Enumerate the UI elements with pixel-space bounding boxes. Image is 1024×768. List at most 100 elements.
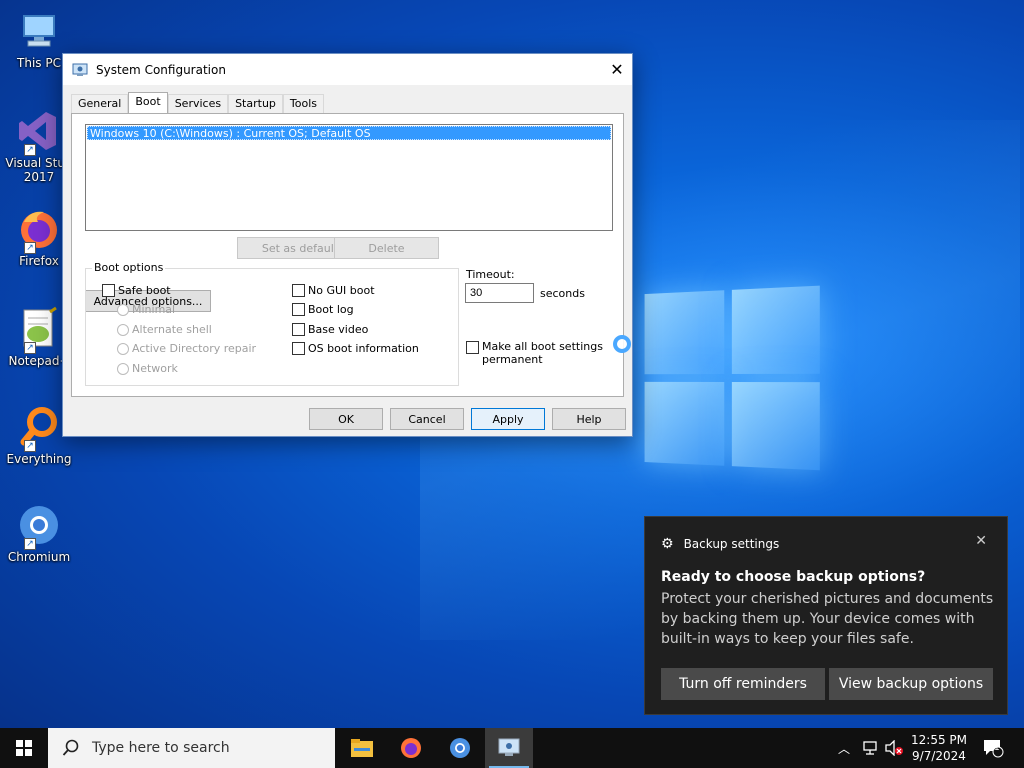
tab-tools[interactable]: Tools bbox=[282, 94, 325, 114]
computer-icon bbox=[16, 8, 62, 54]
file-explorer-icon bbox=[351, 739, 373, 757]
shortcut-arrow-icon: ↗ bbox=[24, 440, 36, 452]
clock-time: 12:55 PM bbox=[911, 733, 967, 747]
volume-muted-icon bbox=[885, 740, 903, 756]
checkbox-box bbox=[292, 323, 305, 336]
desktop-icon-chromium[interactable]: ↗ Chromium bbox=[4, 502, 74, 564]
checkbox-label: Base video bbox=[308, 323, 369, 336]
radio-circle bbox=[117, 303, 129, 316]
radio-circle bbox=[117, 342, 129, 355]
help-button[interactable]: Help bbox=[552, 408, 626, 430]
checkbox-label: No GUI boot bbox=[308, 284, 375, 297]
system-configuration-icon bbox=[498, 738, 520, 756]
safe-boot-label: Safe boot bbox=[118, 284, 171, 297]
windows-logo-icon bbox=[16, 740, 32, 756]
notification-app-name: Backup settings bbox=[683, 537, 780, 551]
tab-general[interactable]: General bbox=[71, 94, 129, 114]
notification-close-button[interactable]: ✕ bbox=[975, 533, 987, 549]
delete-button[interactable]: Delete bbox=[334, 237, 439, 259]
window-title: System Configuration bbox=[96, 62, 226, 77]
checkbox-label: OS boot information bbox=[308, 342, 419, 355]
windows-wallpaper-logo bbox=[644, 285, 822, 473]
make-permanent-checkbox[interactable]: Make all boot settings permanent bbox=[466, 340, 603, 366]
radio-minimal[interactable]: Minimal bbox=[117, 303, 175, 316]
ok-button[interactable]: OK bbox=[309, 408, 383, 430]
make-permanent-label: Make all boot settings permanent bbox=[482, 340, 603, 366]
apply-button[interactable]: Apply bbox=[471, 408, 545, 430]
cancel-button[interactable]: Cancel bbox=[390, 408, 464, 430]
boot-options-legend: Boot options bbox=[92, 261, 166, 274]
radio-alternate-shell[interactable]: Alternate shell bbox=[117, 323, 212, 336]
backup-notification[interactable]: ⚙ Backup settings ✕ Ready to choose back… bbox=[644, 516, 1008, 715]
checkbox-label: Boot log bbox=[308, 303, 354, 316]
taskbar: Type here to search ︿ 12:55 PM 9/7/2024 … bbox=[0, 728, 1024, 768]
chevron-up-icon: ︿ bbox=[838, 741, 851, 756]
shortcut-arrow-icon: ↗ bbox=[24, 242, 36, 254]
chromium-icon: ↗ bbox=[16, 502, 62, 550]
os-list[interactable]: Windows 10 (C:\Windows) : Current OS; De… bbox=[85, 124, 613, 231]
shortcut-arrow-icon: ↗ bbox=[24, 342, 36, 354]
everything-search-icon: ↗ bbox=[16, 404, 62, 452]
tab-startup[interactable]: Startup bbox=[228, 94, 283, 114]
radio-network[interactable]: Network bbox=[117, 362, 178, 375]
checkbox-box bbox=[292, 284, 305, 297]
make-permanent-label-line1: Make all boot settings bbox=[482, 340, 603, 353]
taskbar-chromium[interactable] bbox=[436, 728, 484, 768]
taskbar-clock[interactable]: 12:55 PM 9/7/2024 bbox=[904, 732, 974, 764]
timeout-input[interactable] bbox=[465, 283, 534, 303]
shortcut-arrow-icon: ↗ bbox=[24, 144, 36, 156]
checkbox-box bbox=[102, 284, 115, 297]
clock-date: 9/7/2024 bbox=[912, 749, 966, 763]
start-button[interactable] bbox=[0, 728, 48, 768]
taskbar-firefox[interactable] bbox=[387, 728, 435, 768]
shortcut-arrow-icon: ↗ bbox=[24, 538, 36, 550]
visual-studio-icon: ↗ bbox=[16, 108, 62, 156]
notification-app: ⚙ Backup settings bbox=[661, 536, 779, 552]
timeout-unit-label: seconds bbox=[540, 287, 585, 300]
view-backup-options-button[interactable]: View backup options bbox=[829, 668, 993, 700]
gear-icon: ⚙ bbox=[661, 536, 674, 552]
taskbar-search-box[interactable]: Type here to search bbox=[48, 728, 335, 768]
tray-network[interactable] bbox=[862, 728, 880, 768]
radio-active-directory-repair[interactable]: Active Directory repair bbox=[117, 342, 256, 355]
tab-services[interactable]: Services bbox=[167, 94, 229, 114]
close-icon: ✕ bbox=[610, 59, 624, 79]
taskbar-system-configuration[interactable] bbox=[485, 728, 533, 768]
chromium-icon bbox=[450, 738, 470, 758]
os-list-item[interactable]: Windows 10 (C:\Windows) : Current OS; De… bbox=[87, 126, 611, 140]
close-button[interactable]: ✕ bbox=[602, 54, 632, 84]
radio-label: Minimal bbox=[132, 303, 176, 316]
desktop-icon-label: Chromium bbox=[7, 550, 71, 564]
search-icon bbox=[62, 739, 79, 756]
os-boot-information-checkbox[interactable]: OS boot information bbox=[292, 342, 419, 355]
radio-circle bbox=[117, 323, 129, 336]
boot-options-group: Boot options Safe boot Minimal Alternate… bbox=[85, 261, 459, 386]
base-video-checkbox[interactable]: Base video bbox=[292, 323, 368, 336]
system-configuration-icon bbox=[72, 62, 88, 78]
taskbar-file-explorer[interactable] bbox=[338, 728, 386, 768]
radio-label: Network bbox=[132, 362, 178, 375]
radio-circle bbox=[117, 362, 129, 375]
turn-off-reminders-button[interactable]: Turn off reminders bbox=[661, 668, 825, 700]
checkbox-box bbox=[292, 342, 305, 355]
notification-headline: Ready to choose backup options? bbox=[661, 569, 926, 585]
notification-body: Protect your cherished pictures and docu… bbox=[661, 591, 994, 647]
desktop-icon-label: Everything bbox=[6, 452, 72, 466]
tab-boot[interactable]: Boot bbox=[128, 92, 168, 114]
firefox-icon: ↗ bbox=[16, 206, 62, 254]
tray-show-hidden-icons[interactable]: ︿ bbox=[838, 728, 850, 768]
tray-volume[interactable] bbox=[884, 728, 904, 768]
notification-count-badge: 1 bbox=[994, 743, 1000, 753]
no-gui-boot-checkbox[interactable]: No GUI boot bbox=[292, 284, 375, 297]
tab-strip: General Boot Services Startup Tools bbox=[71, 92, 325, 114]
action-center-button[interactable]: 1 bbox=[982, 728, 1004, 768]
window-titlebar[interactable]: System Configuration ✕ bbox=[63, 54, 632, 85]
firefox-icon bbox=[401, 738, 421, 758]
make-permanent-label-line2: permanent bbox=[482, 353, 543, 366]
system-configuration-window: System Configuration ✕ General Boot Serv… bbox=[62, 53, 633, 437]
boot-log-checkbox[interactable]: Boot log bbox=[292, 303, 354, 316]
notification-center-icon bbox=[984, 740, 1004, 758]
safe-boot-checkbox[interactable]: Safe boot bbox=[102, 284, 171, 297]
search-placeholder: Type here to search bbox=[92, 740, 230, 756]
network-icon bbox=[863, 741, 877, 755]
